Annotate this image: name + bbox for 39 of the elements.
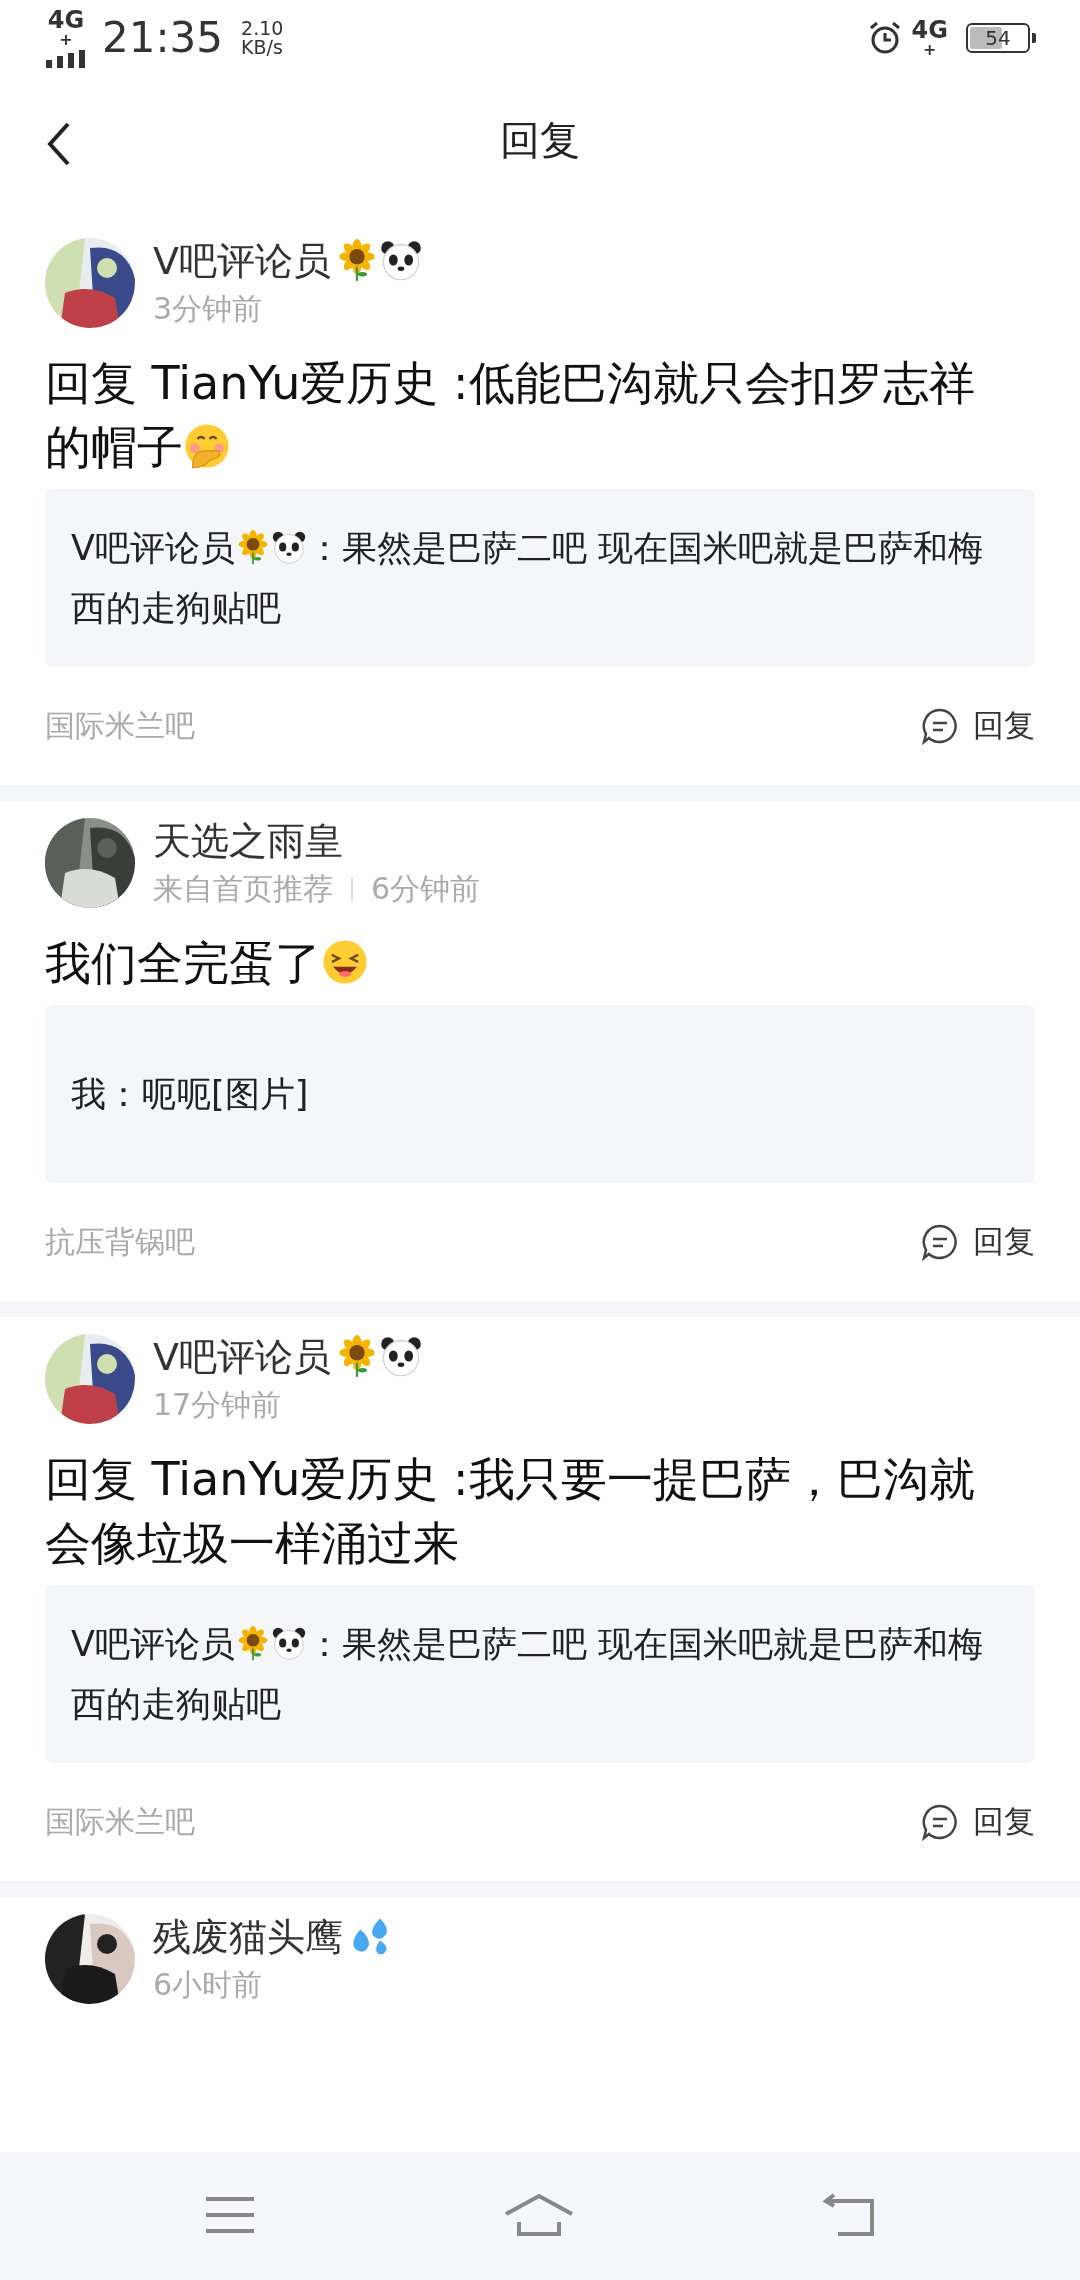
post-source: 来自首页推荐 (153, 870, 333, 908)
user-name[interactable]: 残废猫头鹰 (153, 1913, 343, 1961)
quoted-text: 我：呃呃[图片] (71, 1073, 309, 1116)
user-name[interactable]: V吧评论员 (153, 237, 331, 285)
signal-icon (46, 49, 86, 68)
user-name[interactable]: V吧评论员 (153, 1333, 331, 1381)
menu-icon (203, 2194, 256, 2235)
user-name[interactable]: 天选之雨皇 (153, 817, 481, 865)
post-time: 6小时前 (153, 1966, 263, 2004)
quoted-comment[interactable]: V吧评论员 ：果然是巴萨二吧 现在国米吧就是巴萨和梅西的走狗贴吧 (45, 1585, 1035, 1763)
post-time: 6分钟前 (371, 870, 481, 908)
reply-text: 回复 TianYu爱历史 :低能巴沟就只会扣罗志祥的帽子 (45, 355, 976, 476)
back-icon (822, 2191, 877, 2238)
reply-button[interactable]: 回复 (921, 1801, 1035, 1843)
alarm-clock-icon (867, 20, 902, 55)
reply-text: 回复 TianYu爱历史 :我只要一提巴萨，巴沟就会像垃圾一样涌过来 (45, 1451, 976, 1572)
hand-over-mouth-emoji-icon (183, 421, 231, 470)
panda-icon (379, 1334, 423, 1379)
quoted-text: V吧评论员 ：果然是巴萨二吧 现在国米吧就是巴萨和梅西的走狗贴吧 (71, 527, 985, 630)
network-speed: 2.10 (241, 18, 284, 38)
chat-bubble-icon (921, 1223, 959, 1261)
post-time: 3分钟前 (153, 290, 263, 328)
chat-bubble-icon (921, 707, 959, 745)
reply-button[interactable]: 回复 (921, 1221, 1035, 1263)
speed-unit: KB/s (241, 37, 284, 57)
home-icon (503, 2191, 575, 2238)
clock-time: 21:35 (102, 13, 224, 62)
panda-icon (270, 1625, 307, 1662)
panda-icon (270, 529, 307, 566)
quoted-text: V吧评论员 ：果然是巴萨二吧 现在国米吧就是巴萨和梅西的走狗贴吧 (71, 1623, 985, 1726)
chat-bubble-icon (921, 1803, 959, 1841)
reply-button[interactable]: 回复 (921, 705, 1035, 747)
quoted-comment[interactable]: 我：呃呃[图片] (45, 1005, 1035, 1183)
grinning-squint-emoji-icon (321, 937, 369, 986)
quoted-comment[interactable]: V吧评论员 ：果然是巴萨二吧 现在国米吧就是巴萨和梅西的走狗贴吧 (45, 489, 1035, 667)
reply-text: 我们全完蛋了 (45, 931, 1020, 995)
panda-icon (379, 238, 423, 283)
post-time: 17分钟前 (153, 1386, 282, 1424)
page-title: 回复 (500, 115, 580, 165)
